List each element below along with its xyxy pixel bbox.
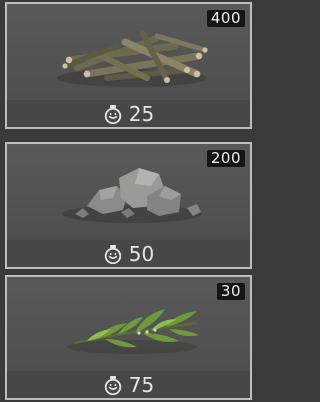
cost-bar: 75 xyxy=(7,371,250,398)
stamina-icon xyxy=(104,244,121,264)
stone-pile-icon xyxy=(62,168,202,223)
stamina-icon xyxy=(104,104,121,124)
item-count-badge: 30 xyxy=(216,283,245,300)
leaf-branch-icon xyxy=(67,309,199,354)
wood-pile-icon xyxy=(57,31,208,87)
resource-card-leaves[interactable]: 30 75 xyxy=(5,275,252,400)
resource-list: 400 25 200 50 30 75 xyxy=(0,0,256,402)
resource-card-wood[interactable]: 400 25 xyxy=(5,2,252,129)
cost-value: 25 xyxy=(128,101,155,126)
cost-value: 75 xyxy=(128,372,155,397)
stamina-icon xyxy=(104,375,121,395)
cost-bar: 25 xyxy=(7,100,250,127)
cost-value: 50 xyxy=(128,241,155,266)
resource-card-stone[interactable]: 200 50 xyxy=(5,142,252,269)
cost-bar: 50 xyxy=(7,240,250,267)
